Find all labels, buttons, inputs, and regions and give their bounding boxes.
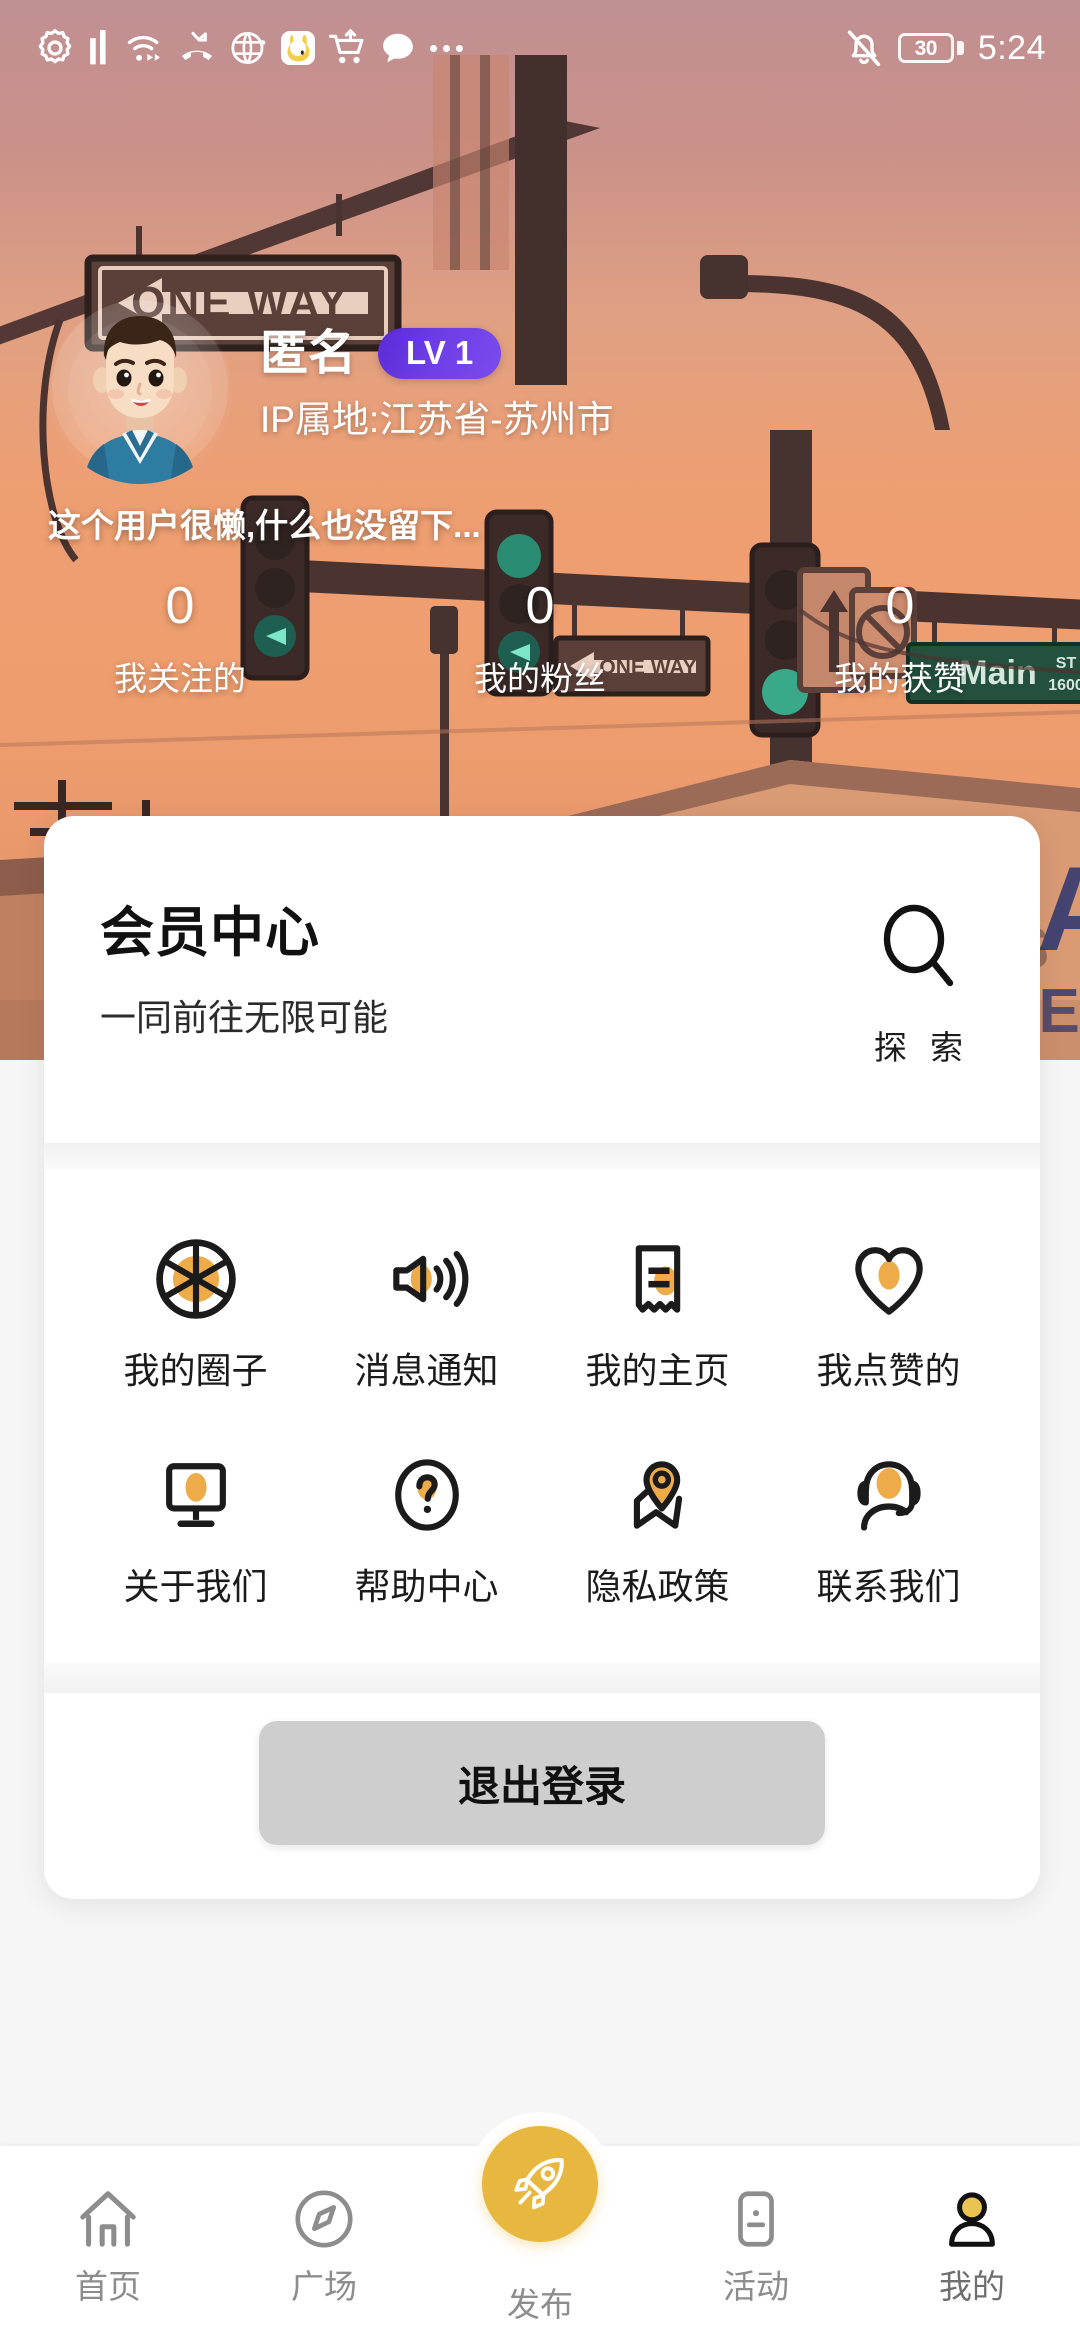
compass-icon — [295, 2190, 353, 2248]
status-bar-clock: 5:24 — [977, 28, 1046, 67]
stat-followers-label: 我的粉丝 — [474, 660, 606, 697]
grid-item-label: 关于我们 — [123, 1566, 268, 1607]
nav-item-home[interactable]: 首页 — [0, 2146, 216, 2303]
aperture-icon — [155, 1239, 236, 1319]
grid-item-notifications[interactable]: 消息通知 — [311, 1231, 542, 1389]
more-dots-icon — [430, 44, 463, 52]
nav-item-label: 我的 — [939, 2268, 1005, 2305]
page-title: 会员中心 — [100, 903, 320, 963]
grid-item-label: 我的主页 — [585, 1350, 730, 1391]
profile-stats: 0 我关注的 0 我的粉丝 0 我的获赞 — [0, 580, 1080, 695]
grid-item-liked[interactable]: 我点赞的 — [773, 1231, 1004, 1389]
stat-followers-value: 0 — [525, 577, 555, 635]
user-bio: 这个用户很懒,什么也没留下... — [48, 507, 481, 544]
nav-item-label: 首页 — [75, 2268, 141, 2305]
signal-bars-icon — [90, 30, 106, 65]
nav-item-label: 广场 — [291, 2268, 357, 2305]
nav-item-label: 活动 — [723, 2268, 789, 2305]
grid-item-my-homepage[interactable]: 我的主页 — [542, 1231, 773, 1389]
stat-likes-value: 0 — [885, 577, 915, 635]
user-name: 匿名 — [260, 326, 357, 380]
grid-item-label: 隐私政策 — [585, 1566, 730, 1607]
nav-item-mine[interactable]: 我的 — [864, 2146, 1080, 2303]
activity-icon — [738, 2191, 774, 2247]
home-icon — [80, 2191, 136, 2247]
grid-item-label: 我的圈子 — [123, 1350, 268, 1391]
avatar[interactable] — [48, 300, 232, 484]
app-screen: ONE WAY ONE WAY Main ST 1600 30 5:24 匿名 … — [0, 0, 1080, 2340]
explore-button[interactable]: 探 索 — [867, 902, 984, 1069]
location-pin-icon — [633, 1461, 682, 1529]
grid-item-label: 帮助中心 — [354, 1566, 499, 1607]
status-bar-left-icons — [34, 27, 463, 69]
nav-item-activity[interactable]: 活动 — [648, 2146, 864, 2303]
bell-muted-icon — [847, 30, 880, 67]
explore-label: 探 索 — [873, 1029, 970, 1066]
grid-item-my-circle[interactable]: 我的圈子 — [80, 1231, 311, 1389]
nav-item-plaza[interactable]: 广场 — [216, 2146, 432, 2303]
stat-likes-label: 我的获赞 — [834, 660, 966, 697]
panel-divider — [44, 1143, 1040, 1169]
panel-divider-lower — [44, 1663, 1040, 1693]
headset-person-icon — [856, 1461, 921, 1531]
person-icon — [949, 2192, 995, 2247]
page-subtitle: 一同前往无限可能 — [100, 997, 389, 1038]
ip-location: IP属地:江苏省-苏州市 — [260, 399, 614, 440]
stat-likes[interactable]: 0 我的获赞 — [720, 580, 1080, 695]
status-bar-right-icons: 30 5:24 — [844, 28, 1046, 68]
logout-button[interactable]: 退出登录 — [259, 1721, 825, 1845]
grid-item-label: 我点赞的 — [816, 1350, 961, 1391]
status-bar: 30 5:24 — [0, 0, 1080, 96]
globe-icon — [231, 32, 266, 64]
grid-item-contact-us[interactable]: 联系我们 — [773, 1447, 1004, 1605]
panel-header: 会员中心 一同前往无限可能 探 索 — [44, 816, 1040, 1143]
member-center-panel: 会员中心 一同前往无限可能 探 索 我的圈子 消息通知 我的主页 我点赞的 关于… — [44, 816, 1040, 1899]
nav-item-label: 发布 — [507, 2286, 573, 2323]
grid-item-help-center[interactable]: 帮助中心 — [311, 1447, 542, 1605]
grid-item-label: 消息通知 — [354, 1350, 499, 1391]
feature-grid: 我的圈子 消息通知 我的主页 我点赞的 关于我们 帮助中心 隐私政策 联系我们 — [44, 1169, 1040, 1663]
stat-following[interactable]: 0 我关注的 — [0, 580, 360, 695]
settings-gear-icon — [38, 29, 72, 64]
heart-icon — [854, 1247, 923, 1315]
rabbit-app-icon — [281, 31, 315, 65]
avatar-illustration — [52, 300, 228, 484]
wifi-icon — [127, 35, 161, 61]
question-circle-icon — [394, 1459, 459, 1531]
stat-following-label: 我关注的 — [114, 660, 246, 697]
profile-header: 匿名 LV 1 IP属地:江苏省-苏州市 这个用户很懒,什么也没留下... — [0, 300, 1080, 544]
nav-item-publish[interactable]: 发布 — [432, 2112, 648, 2323]
grid-item-label: 联系我们 — [816, 1566, 961, 1607]
name-row: 匿名 LV 1 — [260, 328, 614, 379]
monitor-icon — [165, 1463, 226, 1528]
battery-level: 30 — [914, 36, 938, 60]
level-badge: LV 1 — [378, 328, 502, 379]
grid-item-about-us[interactable]: 关于我们 — [80, 1447, 311, 1605]
battery-icon: 30 — [897, 33, 964, 63]
stat-followers[interactable]: 0 我的粉丝 — [360, 580, 720, 695]
chat-bubble-icon — [383, 33, 413, 63]
rocket-icon — [514, 2158, 564, 2210]
missed-call-icon — [182, 31, 212, 61]
receipt-icon — [635, 1245, 680, 1313]
publish-fab[interactable] — [482, 2126, 598, 2242]
stat-following-value: 0 — [165, 577, 195, 635]
grid-item-privacy-policy[interactable]: 隐私政策 — [542, 1447, 773, 1605]
search-icon — [884, 904, 954, 987]
shopping-cart-icon — [328, 29, 364, 64]
bottom-navigation-bar: 首页 广场 发布 活动 我的 — [0, 2112, 1080, 2340]
speaker-icon — [392, 1251, 468, 1307]
